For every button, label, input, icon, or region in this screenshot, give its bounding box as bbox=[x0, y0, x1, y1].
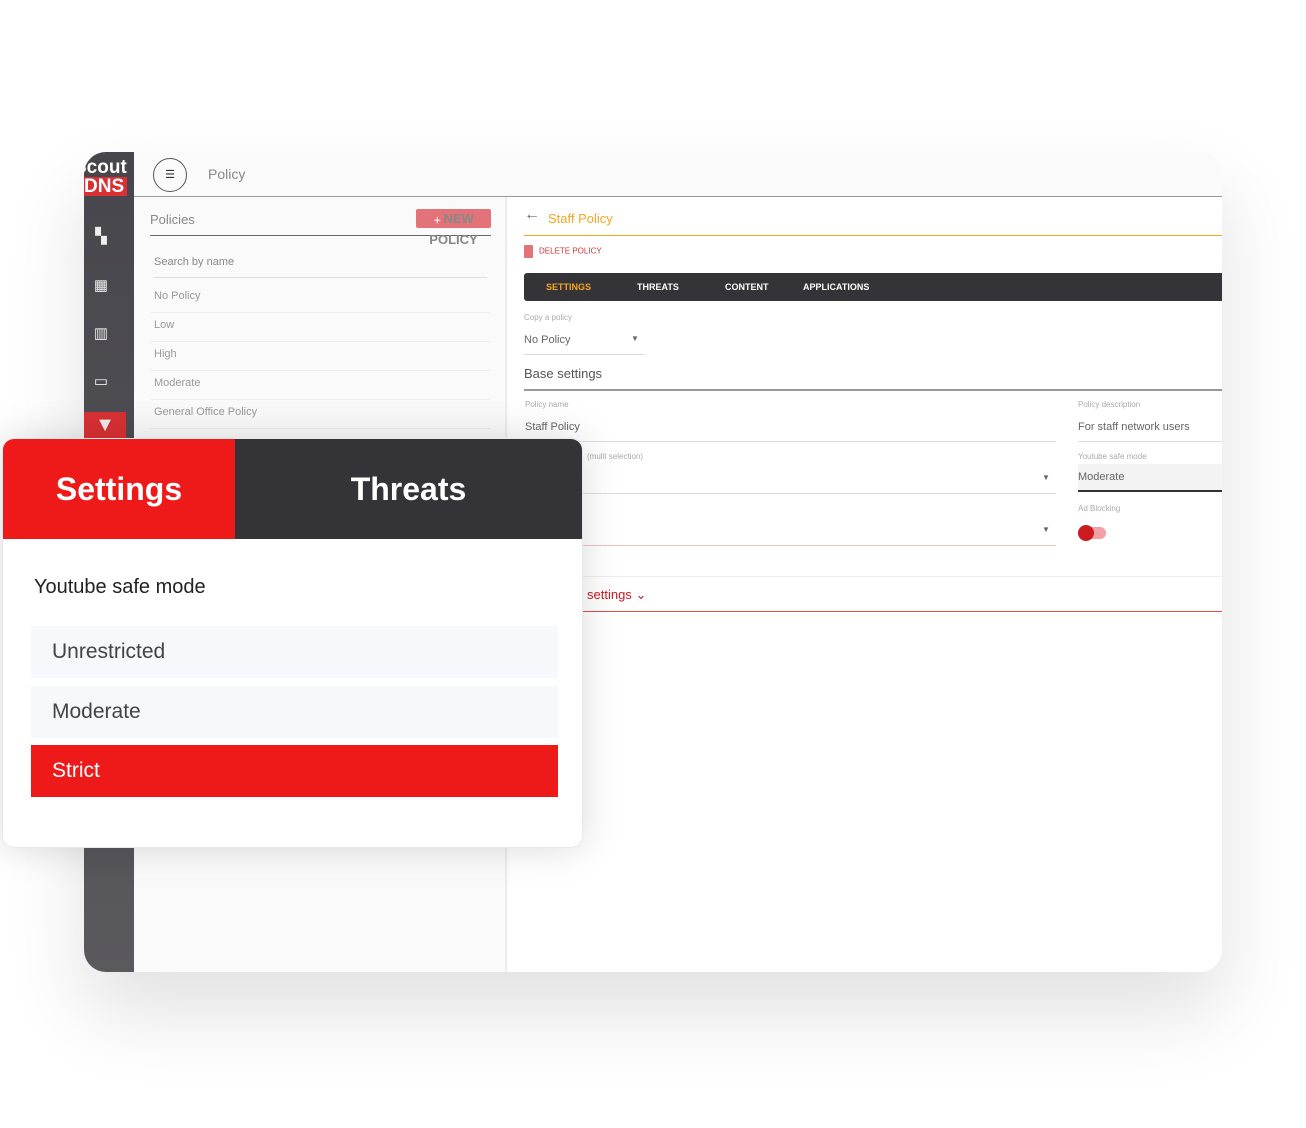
policy-description-label: Policy description bbox=[1078, 400, 1141, 409]
youtube-safe-mode-label: Youtube safe mode bbox=[1078, 452, 1147, 461]
copy-policy-label: Copy a policy bbox=[524, 313, 573, 322]
detail-tabs: SETTINGS THREATS CONTENT APPLICATIONS bbox=[524, 273, 1222, 301]
policy-item[interactable]: No Policy bbox=[150, 284, 491, 313]
policy-name-input[interactable]: Staff Policy bbox=[525, 421, 580, 433]
new-policy-label: NEW POLICY bbox=[429, 211, 478, 247]
policies-title: Policies bbox=[150, 212, 195, 227]
devices-icon[interactable]: ▭ bbox=[92, 372, 110, 390]
policy-name-label: Policy name bbox=[525, 400, 569, 409]
tab-settings[interactable]: SETTINGS bbox=[546, 282, 591, 292]
back-arrow-icon[interactable]: ← bbox=[524, 206, 540, 224]
option-strict[interactable]: Strict bbox=[31, 745, 558, 797]
youtube-safe-mode-card: Settings Threats Youtube safe mode Unres… bbox=[2, 438, 583, 848]
more-settings-label: settings bbox=[587, 587, 632, 602]
ad-blocking-label: Ad Blocking bbox=[1078, 504, 1121, 513]
card-tab-settings[interactable]: Settings bbox=[3, 439, 235, 539]
page-title: Policy bbox=[208, 166, 246, 182]
option-unrestricted[interactable]: Unrestricted bbox=[31, 626, 558, 678]
youtube-safe-mode-value: Moderate bbox=[1078, 471, 1125, 483]
dashboard-icon[interactable]: ▚ bbox=[92, 227, 110, 245]
tab-content[interactable]: CONTENT bbox=[725, 282, 769, 292]
caret-down-icon[interactable]: ▼ bbox=[1042, 473, 1050, 482]
card-heading: Youtube safe mode bbox=[34, 576, 206, 598]
policy-title: Staff Policy bbox=[548, 211, 613, 226]
copy-policy-select[interactable]: No Policy bbox=[524, 334, 570, 346]
delete-policy-button[interactable]: DELETE POLICY bbox=[524, 245, 602, 258]
caret-down-icon: ▼ bbox=[631, 334, 639, 343]
caret-down-icon[interactable]: ▼ bbox=[1042, 525, 1050, 534]
logo-text-top: Scout bbox=[84, 157, 127, 178]
policy-item[interactable]: High bbox=[150, 342, 491, 371]
multi-selection-label: (multi selection) bbox=[587, 452, 644, 461]
youtube-safe-mode-select[interactable]: Moderate bbox=[1078, 464, 1222, 492]
policy-item[interactable]: Moderate bbox=[150, 371, 491, 400]
card-tab-threats[interactable]: Threats bbox=[235, 439, 582, 539]
top-bar: ☰ Policy bbox=[134, 152, 1222, 197]
chevron-down-icon: ⌄ bbox=[635, 587, 647, 602]
reports-icon[interactable]: ▦ bbox=[92, 276, 110, 294]
filter-icon[interactable]: ▼ bbox=[84, 412, 126, 438]
policy-item[interactable]: Low bbox=[150, 313, 491, 342]
more-settings-toggle[interactable]: settings ⌄ bbox=[587, 587, 646, 603]
menu-button[interactable]: ☰ bbox=[153, 158, 187, 192]
trash-icon bbox=[524, 245, 533, 258]
ad-blocking-toggle[interactable] bbox=[1078, 525, 1106, 541]
logo-text-bottom: DNS bbox=[84, 177, 128, 196]
delete-label: DELETE POLICY bbox=[539, 246, 602, 256]
policy-item[interactable]: General Office Policy bbox=[150, 400, 491, 429]
option-moderate[interactable]: Moderate bbox=[31, 686, 558, 738]
search-input[interactable]: Search by name bbox=[154, 256, 487, 278]
tab-threats[interactable]: THREATS bbox=[637, 282, 679, 292]
logo: ScoutDNS bbox=[84, 157, 128, 196]
policy-description-input[interactable]: For staff network users bbox=[1078, 421, 1190, 433]
tab-applications[interactable]: APPLICATIONS bbox=[803, 282, 869, 292]
policy-detail: ← Staff Policy DELETE POLICY SETTINGS THR… bbox=[508, 197, 1222, 972]
building-icon[interactable]: ▥ bbox=[92, 324, 110, 342]
new-policy-button[interactable]: ＋ NEW POLICY bbox=[416, 209, 491, 247]
base-settings-heading: Base settings bbox=[524, 366, 603, 381]
